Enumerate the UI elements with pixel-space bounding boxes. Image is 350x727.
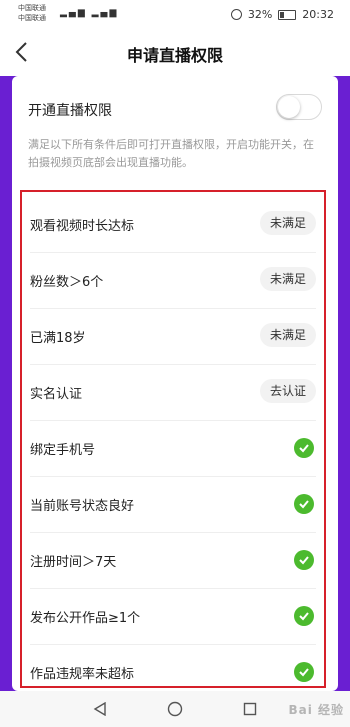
triangle-back-icon [93, 702, 106, 716]
signal-icon: ▂▄▆ ▂▄▆ [60, 8, 119, 18]
status-right: 32% 20:32 [230, 8, 334, 21]
requirement-row: 已满18岁 未满足 [30, 308, 316, 365]
requirement-row: 观看视频时长达标 未满足 [30, 196, 316, 253]
watermark: Bai 经验 [288, 703, 344, 717]
status-badge: 未满足 [259, 211, 316, 235]
status-badge: 未满足 [259, 267, 316, 291]
requirement-label: 当前账号状态良好 [30, 499, 135, 514]
battery-percent: 32% [247, 8, 273, 21]
requirement-label: 已满18岁 [30, 331, 86, 346]
app-header: 申请直播权限 [0, 28, 350, 76]
status-badge: 未满足 [259, 323, 316, 347]
requirement-row: 当前账号状态良好 [30, 476, 316, 533]
requirement-label: 绑定手机号 [30, 443, 96, 458]
square-recent-icon [243, 702, 257, 716]
check-icon [294, 662, 314, 682]
alarm-icon [230, 9, 242, 20]
requirement-label: 粉丝数＞6个 [30, 275, 104, 290]
circle-home-icon [167, 701, 183, 717]
description-text: 满足以下所有条件后即可打开直播权限，开启功能开关，在拍摄视频页底部会出现直播功能… [28, 138, 314, 169]
requirement-row[interactable]: 实名认证 去认证 [30, 364, 316, 421]
permission-card: 开通直播权限 满足以下所有条件后即可打开直播权限，开启功能开关，在拍摄视频页底部… [12, 76, 338, 691]
check-icon [294, 494, 314, 514]
nav-home-button[interactable] [163, 697, 187, 721]
carrier-info: 中国联通 中国联通 [18, 3, 46, 23]
check-icon [294, 606, 314, 626]
requirement-label: 注册时间＞7天 [30, 555, 117, 570]
verify-button[interactable]: 去认证 [259, 379, 316, 403]
live-permission-toggle[interactable] [276, 94, 322, 120]
toggle-label: 开通直播权限 [28, 103, 112, 119]
status-bar: 中国联通 中国联通 ▂▄▆ ▂▄▆ 32% 20:32 [0, 0, 350, 28]
status-time: 20:32 [302, 8, 334, 21]
requirement-label: 实名认证 [30, 387, 83, 402]
toggle-knob [278, 96, 300, 118]
requirement-row: 粉丝数＞6个 未满足 [30, 252, 316, 309]
page-title: 申请直播权限 [126, 46, 223, 65]
live-permission-row: 开通直播权限 [28, 94, 322, 124]
system-nav-bar: Bai 经验 [0, 691, 350, 727]
requirement-label: 观看视频时长达标 [30, 219, 135, 234]
requirement-label: 发布公开作品≥1个 [30, 611, 141, 626]
requirement-row: 绑定手机号 [30, 420, 316, 477]
requirement-row: 注册时间＞7天 [30, 532, 316, 589]
requirement-label: 作品违规率未超标 [30, 667, 135, 682]
nav-back-button[interactable] [88, 697, 112, 721]
battery-icon [278, 9, 297, 20]
check-icon [294, 550, 314, 570]
check-icon [294, 438, 314, 458]
carrier-label-1: 中国联通 [18, 4, 46, 12]
requirement-row: 发布公开作品≥1个 [30, 588, 316, 645]
nav-recent-button[interactable] [238, 697, 262, 721]
requirements-list: 观看视频时长达标 未满足 粉丝数＞6个 未满足 已满18岁 未满足 实名认证 去认证 绑定手机号… [20, 190, 326, 688]
carrier-label-2: 中国联通 [18, 14, 46, 22]
